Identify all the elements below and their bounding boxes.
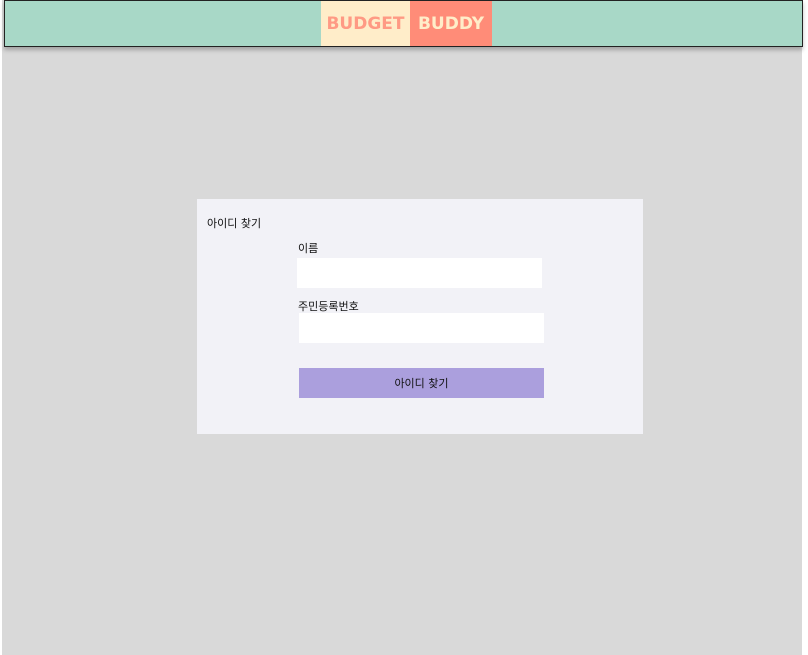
logo-buddy-text: BUDDY xyxy=(410,1,492,46)
logo-budget-text: BUDGET xyxy=(321,1,410,46)
rrn-input[interactable] xyxy=(299,313,544,343)
name-input[interactable] xyxy=(297,258,542,288)
rrn-label: 주민등록번호 xyxy=(298,300,359,313)
top-header: BUDGET BUDDY xyxy=(4,0,803,47)
find-id-button[interactable]: 아이디 찾기 xyxy=(299,368,544,398)
find-id-card: 아이디 찾기 이름 주민등록번호 아이디 찾기 xyxy=(197,199,643,434)
find-id-title: 아이디 찾기 xyxy=(207,217,262,230)
name-label: 이름 xyxy=(298,242,319,255)
app-logo[interactable]: BUDGET BUDDY xyxy=(321,1,492,46)
